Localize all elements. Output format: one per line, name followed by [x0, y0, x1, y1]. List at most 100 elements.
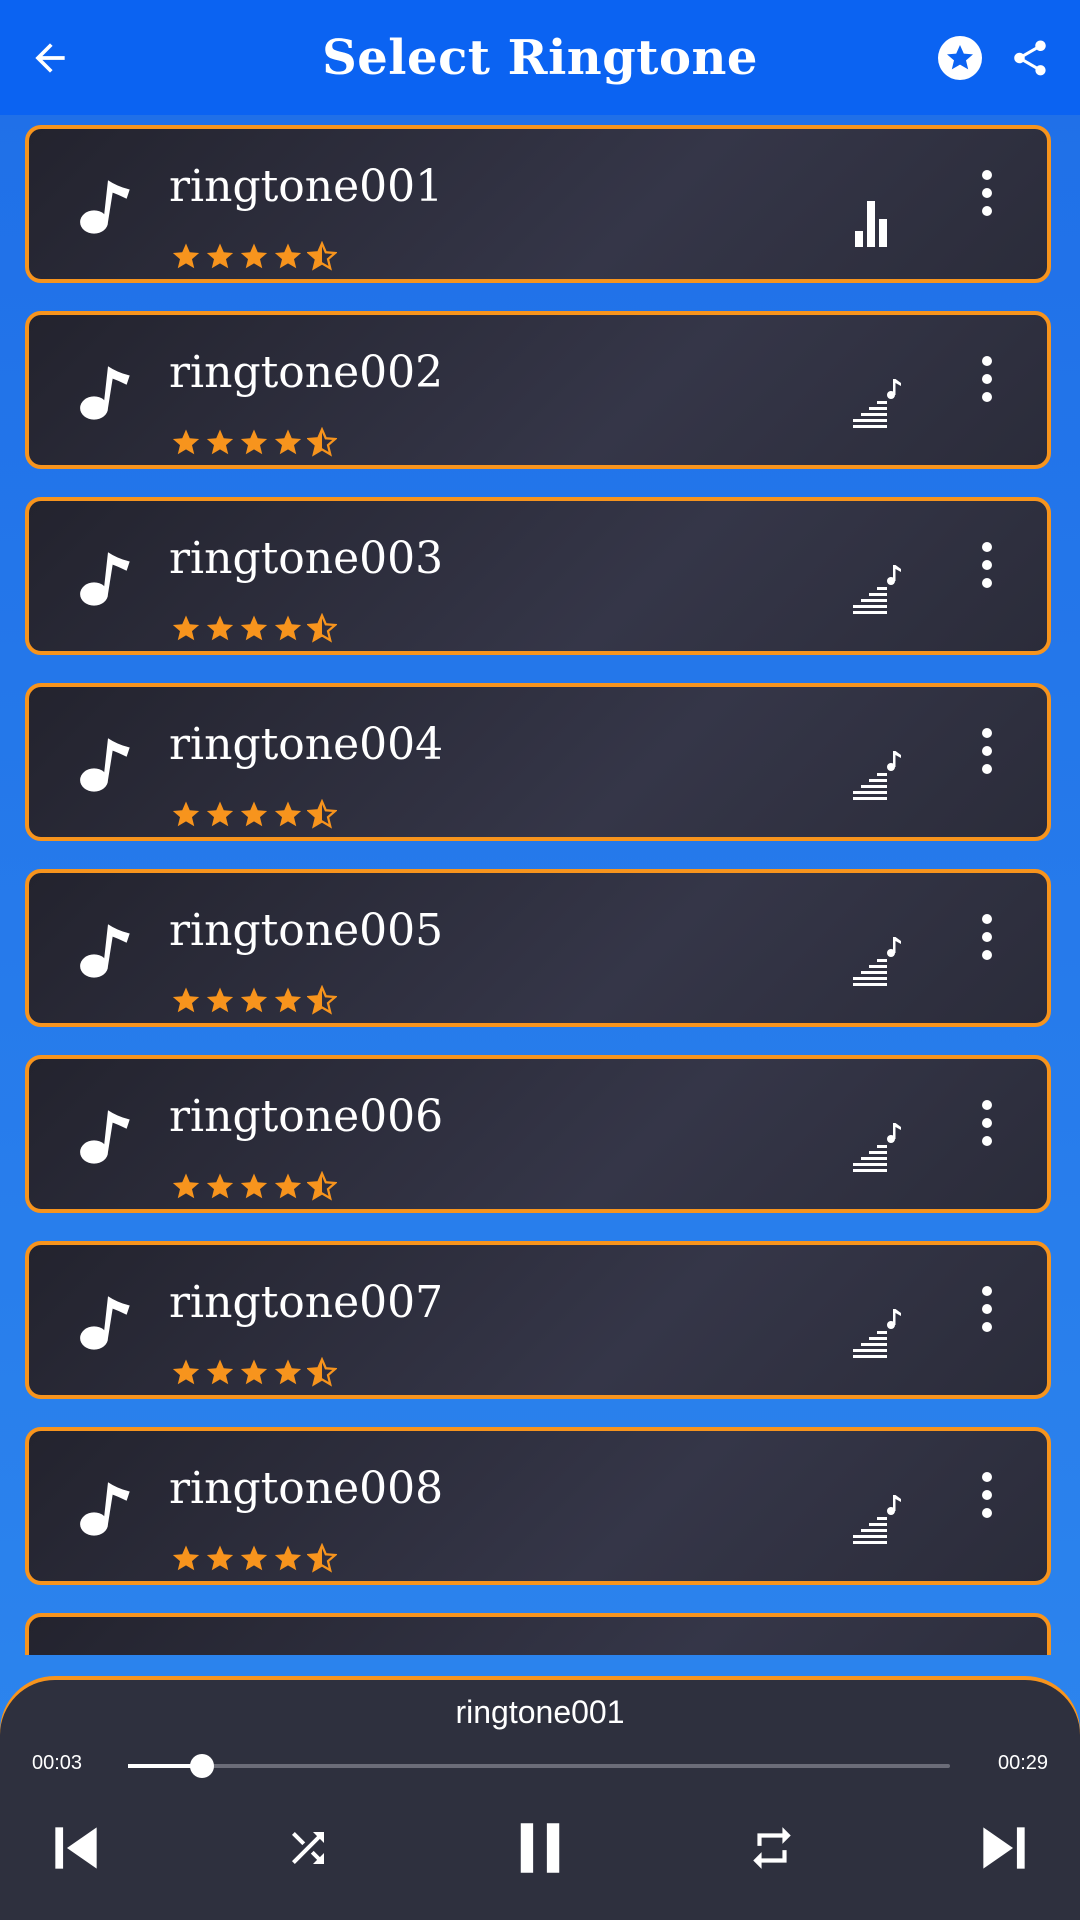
share-icon — [1014, 40, 1046, 76]
star-icon — [172, 429, 200, 455]
playing-bars-icon[interactable] — [851, 191, 901, 247]
share-button[interactable] — [994, 22, 1066, 94]
ringtone-item[interactable]: ringtone004 — [25, 683, 1051, 841]
equalizer-music-icon[interactable] — [851, 1121, 901, 1177]
rating-stars — [171, 241, 337, 271]
next-button[interactable] — [964, 1808, 1044, 1888]
ringtone-name: ringtone004 — [169, 719, 444, 770]
repeat-icon — [753, 1827, 791, 1869]
star-icon — [240, 1173, 268, 1199]
star-icon — [206, 987, 234, 1013]
star-half-icon — [307, 427, 337, 457]
favorites-button[interactable] — [924, 22, 996, 94]
more-vert-icon[interactable] — [969, 1095, 1005, 1155]
equalizer-music-icon[interactable] — [851, 1307, 901, 1363]
ringtone-item[interactable]: ringtone007 — [25, 1241, 1051, 1399]
mini-player: ringtone001 00:03 00:29 — [0, 1680, 1080, 1920]
ringtone-name: ringtone001 — [169, 161, 444, 212]
equalizer-music-icon[interactable] — [851, 563, 901, 619]
more-vert-icon[interactable] — [969, 909, 1005, 969]
seek-thumb[interactable] — [189, 1754, 214, 1778]
star-icon — [206, 801, 234, 827]
shuffle-button[interactable] — [268, 1808, 348, 1888]
music-note-icon — [80, 924, 130, 978]
ringtone-name: ringtone003 — [169, 533, 444, 584]
pause-button[interactable] — [500, 1808, 580, 1888]
rating-stars — [171, 1543, 337, 1573]
star-half-icon — [307, 1171, 337, 1201]
more-vert-icon[interactable] — [969, 1467, 1005, 1527]
total-time: 00:29 — [998, 1752, 1049, 1774]
star-icon — [274, 1359, 302, 1385]
star-icon — [172, 987, 200, 1013]
ringtone-name: ringtone006 — [169, 1091, 444, 1142]
star-icon — [172, 801, 200, 827]
star-icon — [274, 1545, 302, 1571]
rating-stars — [171, 1171, 337, 1201]
seek-bar[interactable] — [128, 1754, 950, 1778]
star-icon — [274, 615, 302, 641]
star-icon — [240, 615, 268, 641]
star-icon — [172, 1359, 200, 1385]
now-playing-title: ringtone001 — [455, 1694, 625, 1730]
equalizer-music-icon[interactable] — [851, 1493, 901, 1549]
previous-button[interactable] — [36, 1808, 116, 1888]
star-circle-icon — [938, 36, 982, 80]
ringtone-item[interactable]: ringtone006 — [25, 1055, 1051, 1213]
music-note-icon — [80, 366, 130, 420]
ringtone-item[interactable]: ringtone008 — [25, 1427, 1051, 1585]
more-vert-icon[interactable] — [969, 351, 1005, 411]
ringtone-list[interactable]: ringtone001 ringtone002 ringtone003 ring… — [0, 115, 1080, 1655]
more-vert-icon[interactable] — [969, 1281, 1005, 1341]
music-note-icon — [80, 738, 130, 792]
star-icon — [274, 1173, 302, 1199]
skip-next-icon — [983, 1827, 1025, 1869]
repeat-button[interactable] — [732, 1808, 812, 1888]
music-note-icon — [80, 552, 130, 606]
music-note-icon — [80, 180, 130, 234]
equalizer-music-icon[interactable] — [851, 935, 901, 991]
ringtone-item[interactable]: ringtone005 — [25, 869, 1051, 1027]
star-icon — [240, 1359, 268, 1385]
star-icon — [172, 615, 200, 641]
star-icon — [274, 243, 302, 269]
shuffle-icon — [292, 1832, 324, 1864]
star-icon — [274, 987, 302, 1013]
star-icon — [240, 1545, 268, 1571]
ringtone-item[interactable]: ringtone002 — [25, 311, 1051, 469]
ringtone-item[interactable]: ringtone003 — [25, 497, 1051, 655]
star-half-icon — [307, 985, 337, 1015]
equalizer-music-icon[interactable] — [851, 749, 901, 805]
rating-stars — [171, 1357, 337, 1387]
star-half-icon — [307, 241, 337, 271]
rating-stars — [171, 427, 337, 457]
star-icon — [172, 1545, 200, 1571]
music-note-icon — [80, 1296, 130, 1350]
ringtone-name: ringtone005 — [169, 905, 444, 956]
equalizer-music-icon[interactable] — [851, 377, 901, 433]
more-vert-icon[interactable] — [969, 537, 1005, 597]
star-icon — [172, 243, 200, 269]
star-icon — [240, 801, 268, 827]
rating-stars — [171, 985, 337, 1015]
star-half-icon — [307, 1543, 337, 1573]
star-icon — [206, 1359, 234, 1385]
star-icon — [206, 429, 234, 455]
more-vert-icon[interactable] — [969, 165, 1005, 225]
ringtone-name: ringtone008 — [169, 1463, 444, 1514]
star-icon — [206, 615, 234, 641]
star-half-icon — [307, 1357, 337, 1387]
ringtone-item[interactable]: ringtone001 — [25, 125, 1051, 283]
more-vert-icon[interactable] — [969, 1653, 1005, 1655]
star-icon — [206, 1173, 234, 1199]
star-icon — [206, 243, 234, 269]
music-note-icon — [80, 1482, 130, 1536]
ringtone-name: ringtone002 — [169, 347, 444, 398]
rating-stars — [171, 799, 337, 829]
rating-stars — [171, 613, 337, 643]
star-icon — [240, 429, 268, 455]
star-icon — [172, 1173, 200, 1199]
more-vert-icon[interactable] — [969, 723, 1005, 783]
app-bar: Select Ringtone — [0, 0, 1080, 115]
ringtone-item-partial[interactable] — [25, 1613, 1051, 1655]
